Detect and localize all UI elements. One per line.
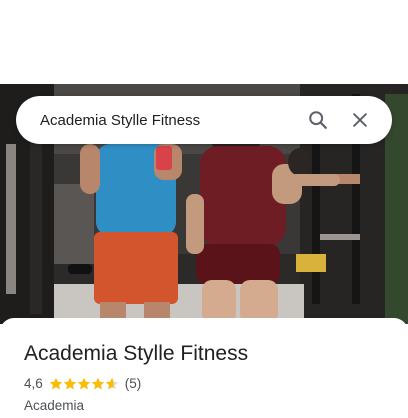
star-icon [105, 377, 118, 389]
star-rating [49, 377, 119, 391]
star-icon [63, 377, 76, 389]
star-icon [91, 377, 104, 389]
place-info-card[interactable]: Academia Stylle Fitness 4,6 (5) Academia [0, 318, 408, 418]
top-blank-area [0, 0, 408, 84]
search-icon [309, 111, 327, 129]
close-button[interactable] [342, 102, 378, 138]
star-icon [49, 377, 62, 389]
search-bar[interactable]: Academia Stylle Fitness [16, 96, 392, 144]
search-input[interactable]: Academia Stylle Fitness [40, 112, 294, 129]
review-count[interactable]: (5) [125, 376, 142, 391]
close-icon [353, 113, 367, 127]
rating-row[interactable]: 4,6 (5) [24, 376, 141, 391]
star-icon [77, 377, 90, 389]
search-button[interactable] [300, 102, 336, 138]
place-category: Academia [24, 398, 85, 413]
place-name: Academia Stylle Fitness [24, 342, 249, 365]
rating-value: 4,6 [24, 376, 43, 391]
